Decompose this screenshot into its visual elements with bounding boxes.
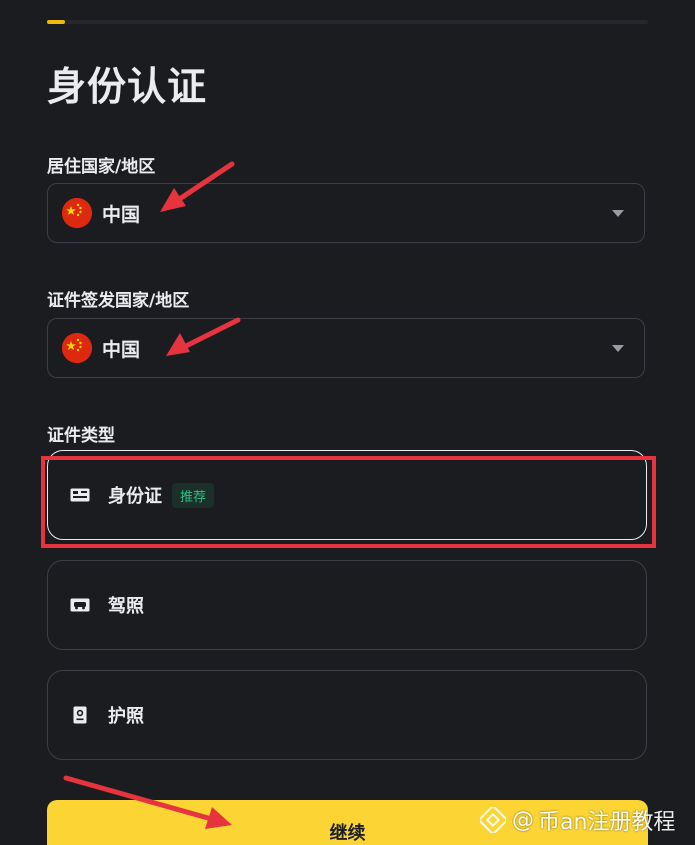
recommended-badge: 推荐 <box>172 482 215 508</box>
document-option-label: 身份证 <box>108 486 162 507</box>
china-flag-icon <box>62 333 92 363</box>
caret-down-icon <box>612 345 624 352</box>
issuing-country-label: 证件签发国家/地区 <box>47 291 190 311</box>
china-flag-icon <box>62 198 92 228</box>
identity-verification-page: 身份认证 居住国家/地区 中国 证件签发国家/地区 中国 证件类型 身份证 推荐… <box>0 0 695 845</box>
diamond-logo-icon <box>480 807 506 833</box>
residence-country-value: 中国 <box>102 203 141 226</box>
document-type-label: 证件类型 <box>47 426 115 446</box>
document-option-passport[interactable]: 护照 <box>47 670 647 760</box>
passport-icon <box>70 706 90 724</box>
residence-country-select[interactable]: 中国 <box>47 183 645 243</box>
document-option-label: 护照 <box>108 706 144 727</box>
progress-bar <box>47 20 648 24</box>
watermark-text: 币an注册教程 <box>538 810 676 835</box>
page-title: 身份认证 <box>47 65 208 110</box>
issuing-country-select[interactable]: 中国 <box>47 318 645 378</box>
document-option-drivers-license[interactable]: 驾照 <box>47 560 647 650</box>
issuing-country-value: 中国 <box>102 338 141 361</box>
progress-bar-fill <box>47 20 66 24</box>
watermark-at-symbol: @ <box>512 807 534 833</box>
watermark: @ 币an注册教程 <box>480 804 675 836</box>
id-card-icon <box>70 487 90 503</box>
document-option-label: 驾照 <box>108 596 144 617</box>
caret-down-icon <box>612 210 624 217</box>
document-option-id-card[interactable]: 身份证 推荐 <box>47 450 647 540</box>
driver-license-icon <box>70 597 90 613</box>
residence-country-label: 居住国家/地区 <box>47 157 156 177</box>
